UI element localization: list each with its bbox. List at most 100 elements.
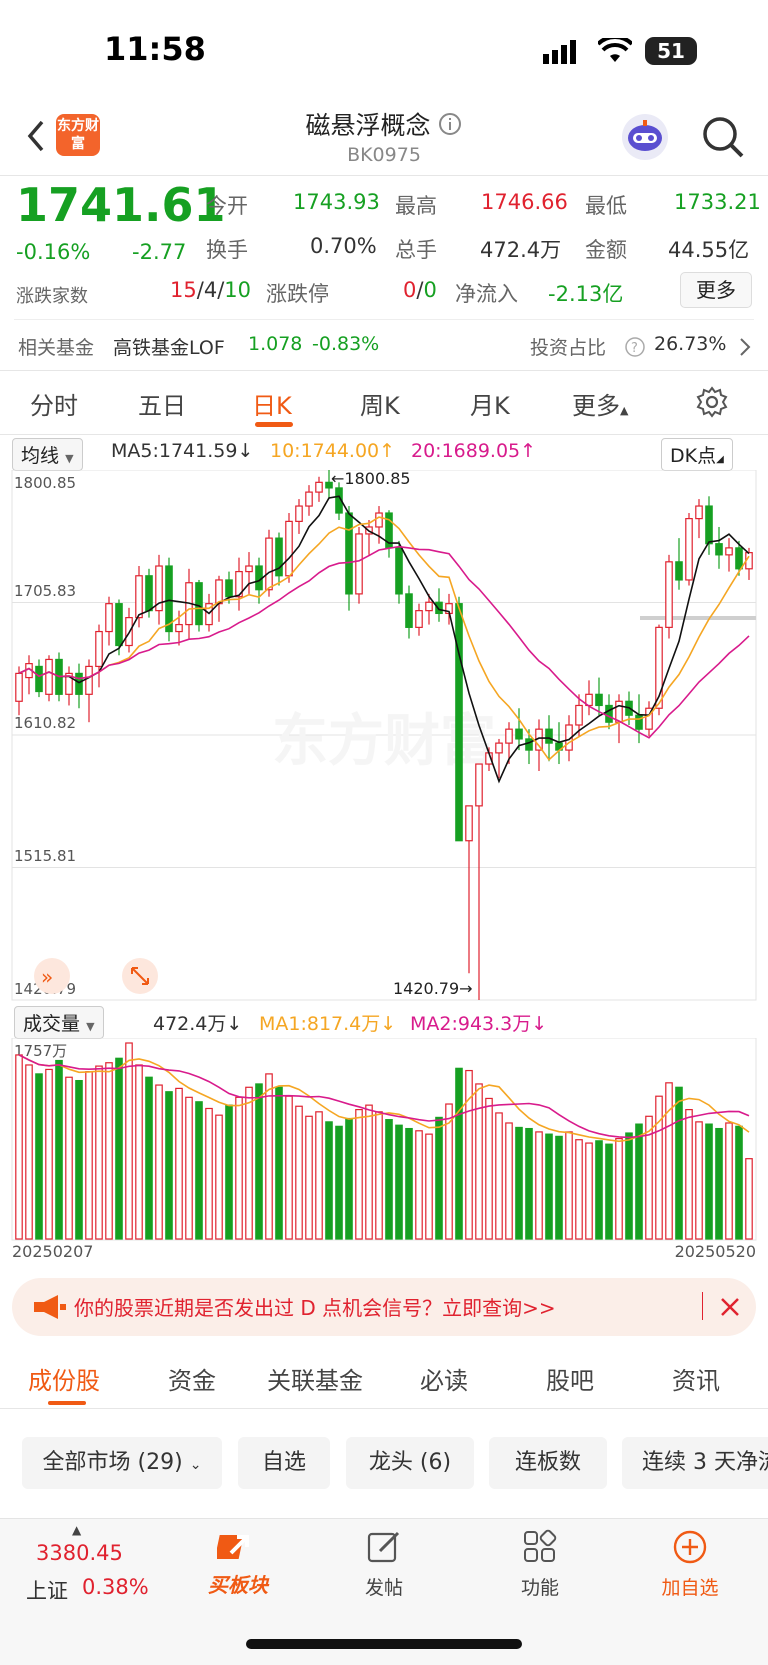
volume-bar xyxy=(425,1133,433,1240)
candle xyxy=(35,665,43,693)
volume-bar xyxy=(125,1042,133,1240)
volume-bar xyxy=(145,1076,153,1240)
candle xyxy=(245,565,253,573)
volume-bar xyxy=(725,1122,733,1240)
candle xyxy=(675,561,683,581)
tab-capital[interactable]: 资金 xyxy=(168,1361,216,1396)
candle xyxy=(225,579,233,598)
chip-leaders[interactable]: 龙头 (6) xyxy=(346,1437,474,1489)
tab-intraday[interactable]: 分时 xyxy=(30,386,78,421)
volume-bar xyxy=(185,1096,193,1240)
signal-icon xyxy=(543,40,576,64)
candle xyxy=(195,582,203,626)
tab-five-day[interactable]: 五日 xyxy=(138,386,186,421)
chip-limit-boards[interactable]: 连板数 xyxy=(489,1437,607,1489)
tab-daily-k[interactable]: 日K xyxy=(252,386,292,421)
open-value: 1743.93 xyxy=(293,190,380,214)
settings-gear-icon[interactable] xyxy=(696,386,728,418)
home-indicator xyxy=(246,1639,522,1649)
volume-indicator-select[interactable]: 成交量 ▼ xyxy=(14,1006,104,1039)
more-button[interactable]: 更多 xyxy=(680,272,752,308)
volume-bar xyxy=(25,1064,33,1240)
candle xyxy=(495,742,503,754)
candle xyxy=(355,533,363,595)
index-name[interactable]: 上证 xyxy=(26,1575,68,1605)
tab-monthly-k[interactable]: 月K xyxy=(470,386,510,421)
volume-bar xyxy=(215,1114,223,1240)
candle xyxy=(465,805,473,842)
tab-must-read[interactable]: 必读 xyxy=(420,1361,468,1396)
open-label: 今开 xyxy=(206,194,248,218)
change-value: -2.77 xyxy=(132,240,187,264)
indicator-select[interactable]: 均线 ▼ xyxy=(12,438,83,471)
volume-bar xyxy=(575,1139,583,1240)
tab-news[interactable]: 资讯 xyxy=(672,1361,720,1396)
candle xyxy=(505,728,513,744)
candle xyxy=(275,537,283,577)
volume-bar xyxy=(315,1111,323,1240)
candle xyxy=(575,704,583,726)
collapse-arrow-icon[interactable]: ▲ xyxy=(72,1523,81,1537)
chip-all-market[interactable]: 全部市场 (29) ⌄ xyxy=(22,1437,222,1489)
change-percent: -0.16% xyxy=(16,240,91,264)
candle xyxy=(695,505,703,520)
volume-chart[interactable]: 1757万 20250207 20250520 xyxy=(0,1038,768,1264)
buy-arrow-icon xyxy=(214,1535,249,1559)
chevron-right-icon[interactable] xyxy=(738,337,752,357)
volume-bar xyxy=(155,1084,163,1240)
volume-bar xyxy=(685,1108,693,1240)
volume-bar xyxy=(235,1096,243,1240)
tab-related-funds[interactable]: 关联基金 xyxy=(267,1361,363,1396)
max-price-label: ←1800.85 xyxy=(331,470,411,488)
volume-bar xyxy=(495,1112,503,1240)
tab-forum[interactable]: 股吧 xyxy=(546,1361,594,1396)
volume-bar xyxy=(665,1082,673,1240)
kline-chart[interactable]: 东方财富 1800.85 1705.83 1610.82 1515.81 142… xyxy=(0,470,768,1002)
fund-name[interactable]: 高铁基金LOF xyxy=(113,333,225,360)
search-icon[interactable] xyxy=(700,114,746,160)
svg-text:?: ? xyxy=(631,341,638,356)
high-label: 最高 xyxy=(395,194,437,218)
index-value[interactable]: 3380.45 xyxy=(36,1541,123,1565)
assistant-avatar-icon[interactable] xyxy=(622,114,668,160)
tab-more[interactable]: 更多▲ xyxy=(572,386,628,421)
volume-bar xyxy=(85,1071,93,1240)
buy-sector-button[interactable]: 买板块 xyxy=(200,1529,276,1598)
turnover-label: 换手 xyxy=(206,238,248,262)
volume-bar xyxy=(75,1079,83,1240)
post-button[interactable]: 发帖 xyxy=(346,1529,422,1600)
tab-constituents[interactable]: 成份股 xyxy=(28,1361,100,1396)
dk-point-button[interactable]: DK点◢ xyxy=(661,438,733,471)
volume-bar xyxy=(375,1111,383,1240)
volume-bar xyxy=(305,1115,313,1240)
volume-bar xyxy=(565,1131,573,1240)
chip-consecutive-inflow[interactable]: 连续 3 天净流 xyxy=(622,1437,768,1489)
volume-bar xyxy=(265,1073,273,1240)
candle xyxy=(685,517,693,581)
candle xyxy=(455,603,463,842)
info-icon[interactable] xyxy=(438,112,462,136)
amount-value: 44.55亿 xyxy=(668,238,750,262)
index-pct[interactable]: 0.38% xyxy=(82,1575,149,1599)
functions-button[interactable]: 功能 xyxy=(502,1529,578,1600)
grid-icon xyxy=(524,1529,557,1562)
volume-bar xyxy=(55,1059,63,1240)
volume-bar xyxy=(435,1116,443,1240)
volume-bar xyxy=(175,1087,183,1240)
add-watchlist-button[interactable]: 加自选 xyxy=(652,1529,728,1600)
volume-bar xyxy=(255,1083,263,1240)
help-icon[interactable]: ? xyxy=(624,336,646,358)
y-label-3: 1610.82 xyxy=(14,714,76,732)
chart-tabs: 分时 五日 日K 周K 月K 更多▲ xyxy=(0,372,768,434)
fund-pct: -0.83% xyxy=(312,333,380,355)
close-icon[interactable] xyxy=(719,1296,741,1318)
volume-bar xyxy=(45,1068,53,1240)
volume-bar xyxy=(675,1086,683,1240)
volume-bar xyxy=(355,1108,363,1240)
tab-weekly-k[interactable]: 周K xyxy=(360,386,400,421)
chip-watchlist[interactable]: 自选 xyxy=(238,1437,330,1489)
volume-bar xyxy=(455,1067,463,1240)
dk-signal-banner[interactable]: 你的股票近期是否发出过 D 点机会信号？立即查询>> xyxy=(12,1278,756,1336)
candle xyxy=(15,672,23,702)
date-end: 20250520 xyxy=(675,1242,756,1261)
